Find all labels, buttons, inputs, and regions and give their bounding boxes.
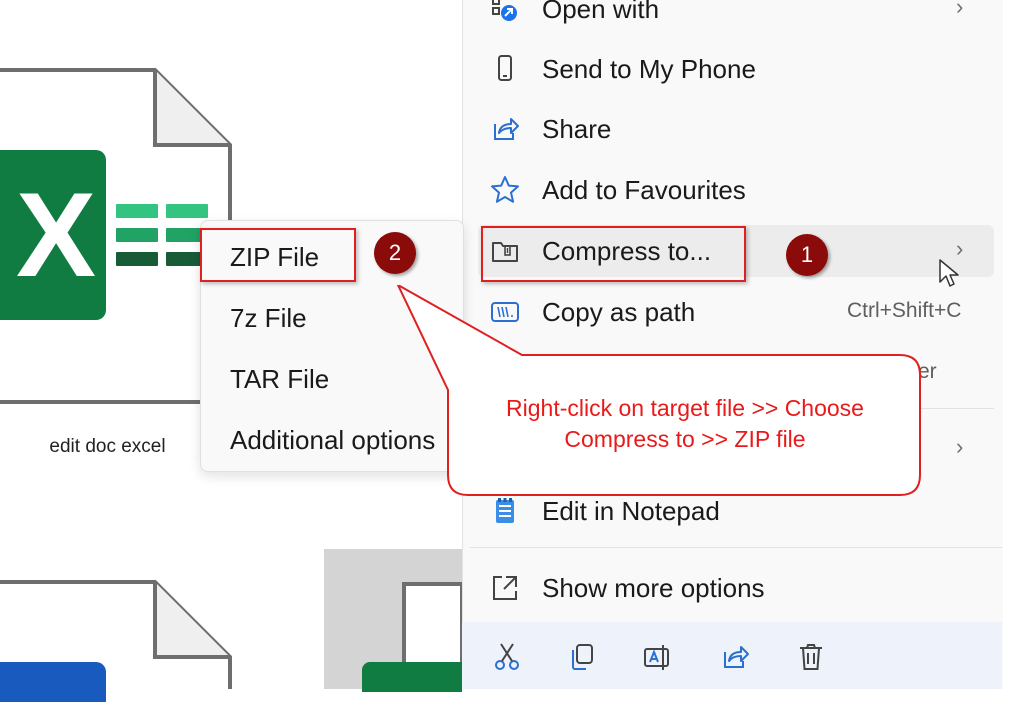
menu-item-show-more-options[interactable]: Show more options — [478, 562, 765, 614]
excel-app-icon[interactable]: X — [0, 150, 106, 320]
mouse-cursor-icon — [939, 259, 959, 287]
share-icon — [490, 114, 520, 144]
menu-item-open-with[interactable]: Open with — [478, 0, 659, 35]
menu-item-label: Open with — [542, 0, 660, 24]
step-badge-2: 2 — [374, 232, 416, 274]
menu-divider — [470, 547, 1002, 548]
menu-item-label: Edit in Notepad — [542, 495, 720, 526]
excel-grid-cell — [116, 252, 158, 266]
excel-grid-cell — [116, 228, 158, 242]
open-with-icon — [490, 0, 520, 24]
word-app-icon[interactable] — [0, 662, 106, 702]
menu-item-label: Show more options — [542, 572, 765, 603]
excel-grid-cell — [166, 204, 208, 218]
menu-item-label: Add to Favourites — [542, 174, 746, 205]
excel-file-fold — [153, 70, 230, 147]
more-options-icon — [490, 573, 520, 603]
submenu-item-tar-file[interactable]: TAR File — [230, 364, 329, 395]
highlight-zip-file — [200, 228, 356, 282]
excel-app-icon-small — [362, 662, 462, 692]
delete-icon[interactable] — [794, 640, 828, 674]
callout-instruction: Right-click on target file >> Choose Com… — [506, 395, 864, 452]
rename-icon[interactable] — [641, 640, 675, 674]
copy-icon[interactable] — [565, 640, 599, 674]
submenu-item-7z-file[interactable]: 7z File — [230, 303, 307, 334]
menu-item-label: Share — [542, 113, 612, 144]
menu-item-send-to-phone[interactable]: Send to My Phone — [478, 43, 756, 95]
share-icon[interactable] — [718, 640, 752, 674]
menu-item-label: Send to My Phone — [542, 53, 756, 84]
cut-icon[interactable] — [490, 640, 524, 674]
highlight-compress-to — [481, 226, 746, 282]
menu-item-add-to-favourites[interactable]: Add to Favourites — [478, 164, 746, 216]
excel-grid-cell — [116, 204, 158, 218]
menu-item-share[interactable]: Share — [478, 103, 611, 155]
phone-icon — [490, 54, 520, 84]
chevron-right-icon: › — [956, 0, 964, 19]
notepad-icon — [490, 496, 520, 526]
excel-app-letter: X — [15, 168, 97, 302]
file-name-label[interactable]: edit doc excel — [20, 436, 195, 458]
word-file-fold — [153, 582, 230, 659]
star-icon — [490, 175, 520, 205]
step-badge-1: 1 — [786, 234, 828, 276]
chevron-right-icon: › — [956, 434, 964, 459]
